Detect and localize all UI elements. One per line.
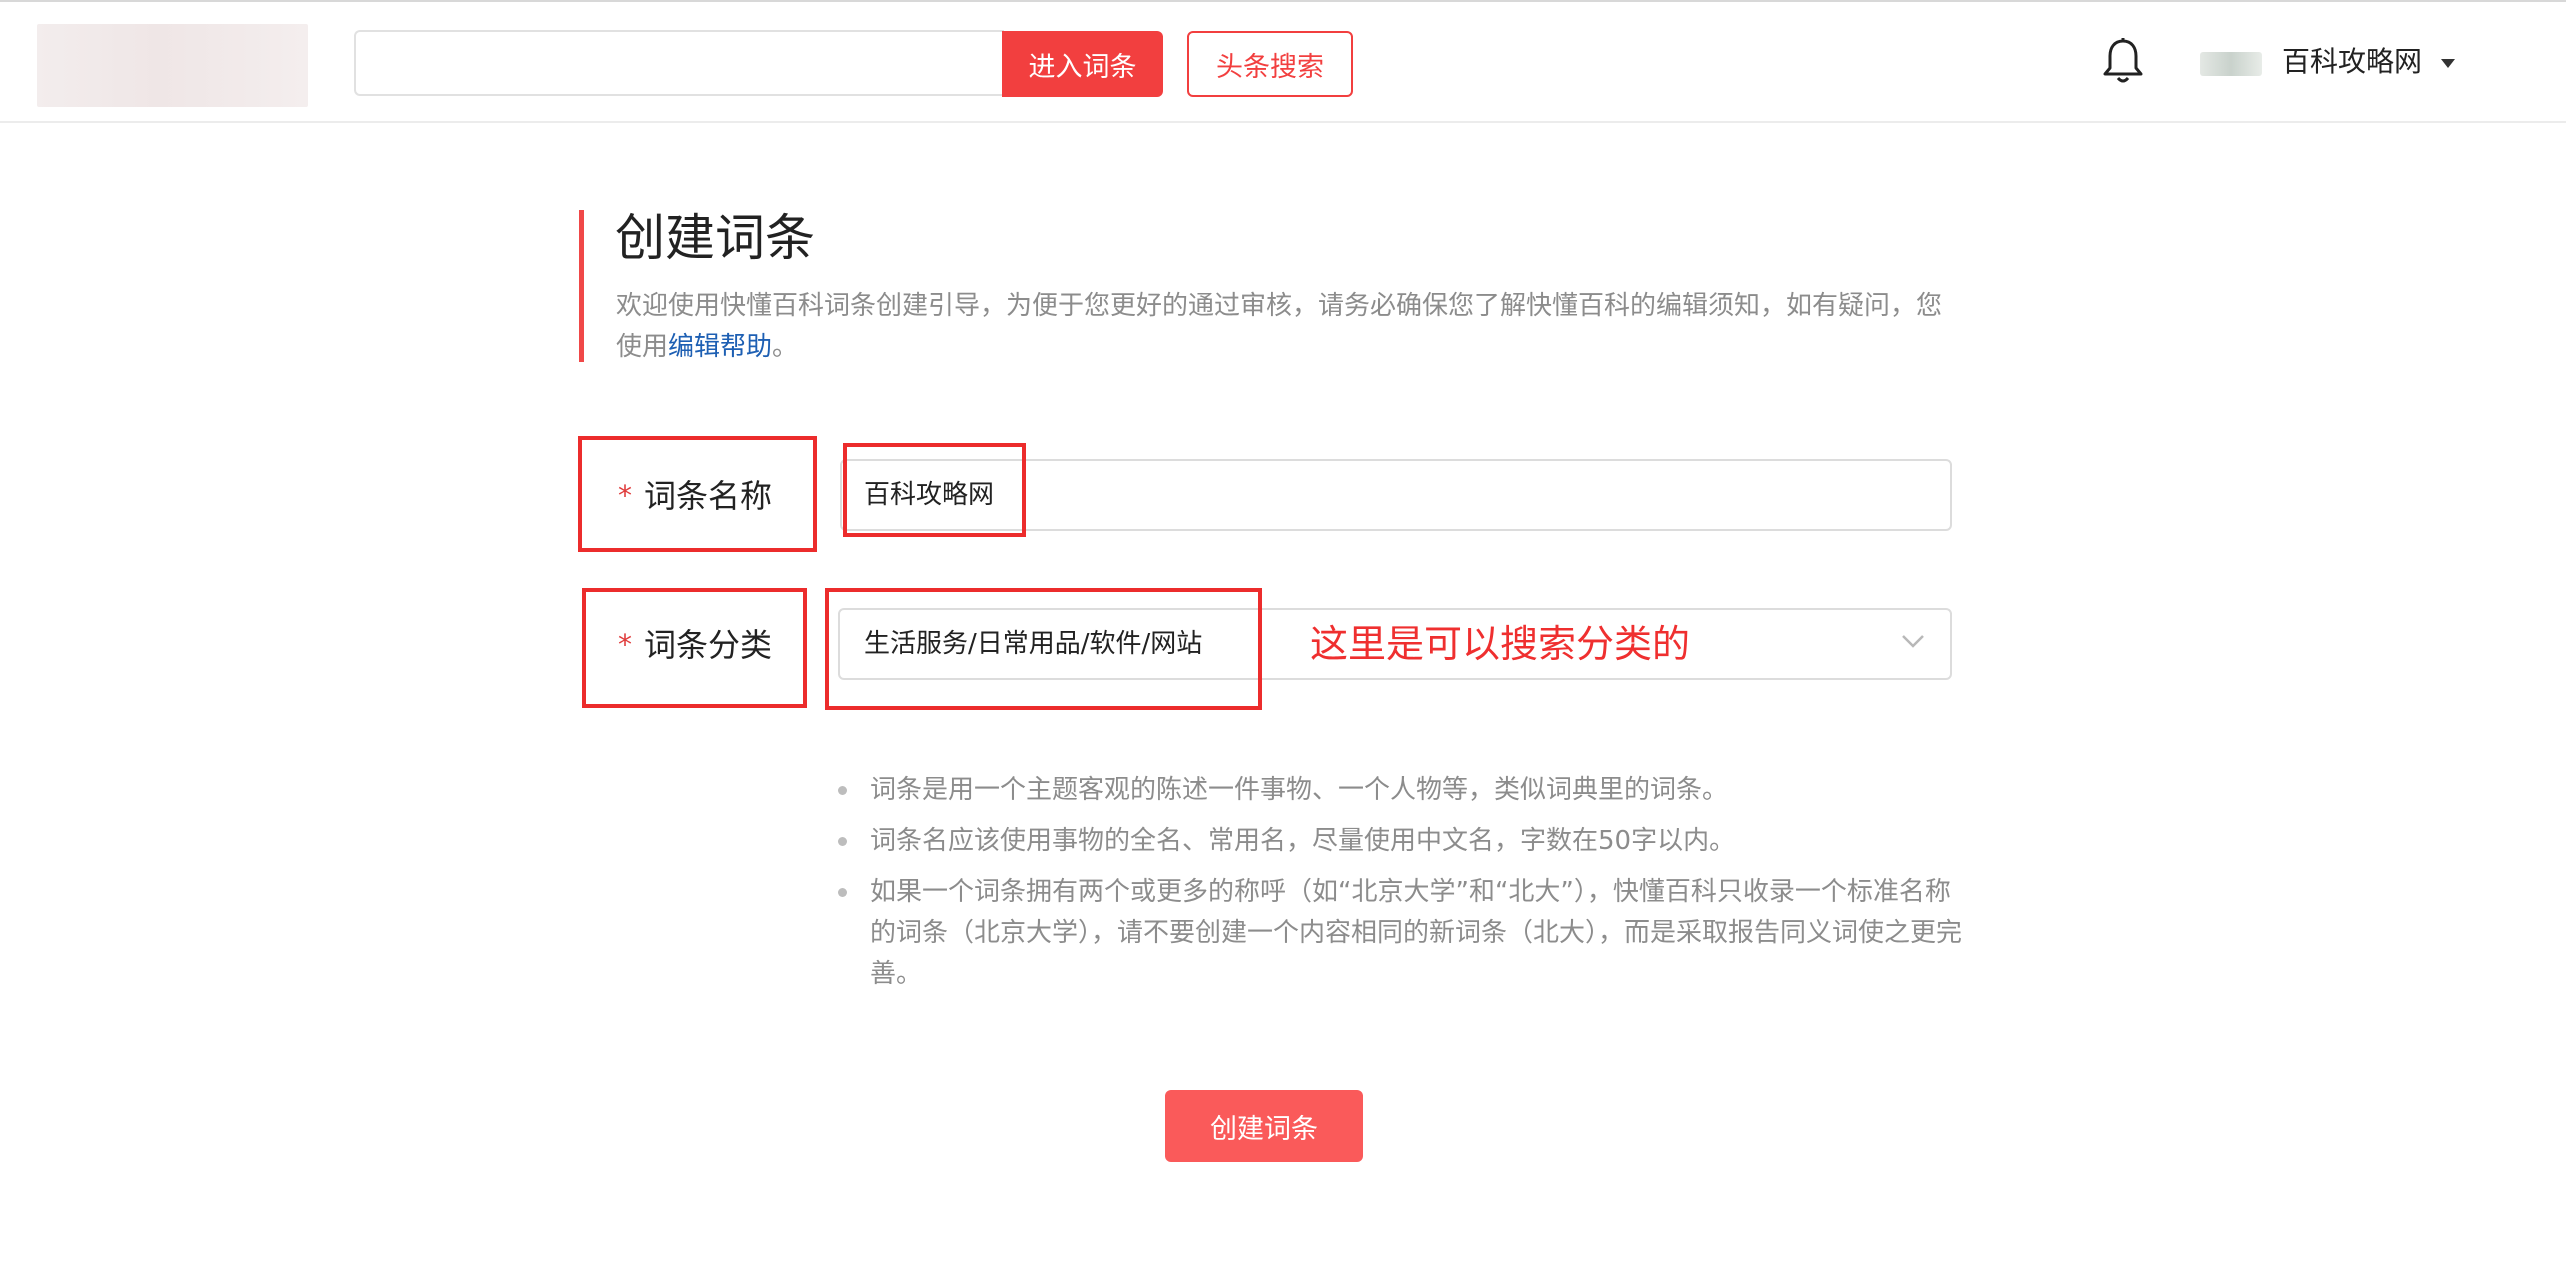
highlight-box-category-label (582, 588, 807, 708)
enter-entry-button[interactable]: 进入词条 (1002, 31, 1163, 97)
tips-list: 词条是用一个主题客观的陈述一件事物、一个人物等，类似词典里的词条。 词条名应该使… (838, 770, 1968, 1005)
annotation-text: 这里是可以搜索分类的 (1310, 622, 1691, 666)
user-avatar[interactable] (2200, 52, 2262, 76)
search-input[interactable] (356, 32, 1004, 94)
tip-item: 如果一个词条拥有两个或更多的称呼（如“北京大学”和“北大”），快懂百科只收录一个… (838, 872, 1968, 995)
tip-item: 词条是用一个主题客观的陈述一件事物、一个人物等，类似词典里的词条。 (838, 770, 1968, 811)
site-header: 进入词条 头条搜索 百科攻略网 (0, 2, 2566, 123)
create-entry-button[interactable]: 创建词条 (1165, 1090, 1363, 1162)
intro-text: 欢迎使用快懂百科词条创建引导，为便于您更好的通过审核，请务必确保您了解快懂百科的… (616, 291, 1943, 362)
headline-search-button[interactable]: 头条搜索 (1187, 31, 1353, 97)
highlight-box-name-value (843, 443, 1026, 537)
search-box (354, 30, 1004, 96)
edit-help-link[interactable]: 编辑帮助 (668, 332, 772, 362)
user-name[interactable]: 百科攻略网 (2282, 42, 2422, 82)
intro-accent-bar (579, 210, 584, 362)
caret-down-icon[interactable] (2440, 57, 2456, 69)
highlight-box-name-label (578, 436, 817, 552)
intro-description: 欢迎使用快懂百科词条创建引导，为便于您更好的通过审核，请务必确保您了解快懂百科的… (616, 286, 1956, 368)
site-logo[interactable] (37, 24, 308, 107)
highlight-box-category-value (825, 588, 1262, 710)
bell-icon[interactable] (2100, 36, 2146, 86)
page-title: 创建词条 (615, 209, 815, 267)
intro-text-end: 。 (772, 332, 799, 362)
chevron-down-icon[interactable] (1900, 633, 1926, 649)
tip-item: 词条名应该使用事物的全名、常用名，尽量使用中文名，字数在50字以内。 (838, 821, 1968, 862)
